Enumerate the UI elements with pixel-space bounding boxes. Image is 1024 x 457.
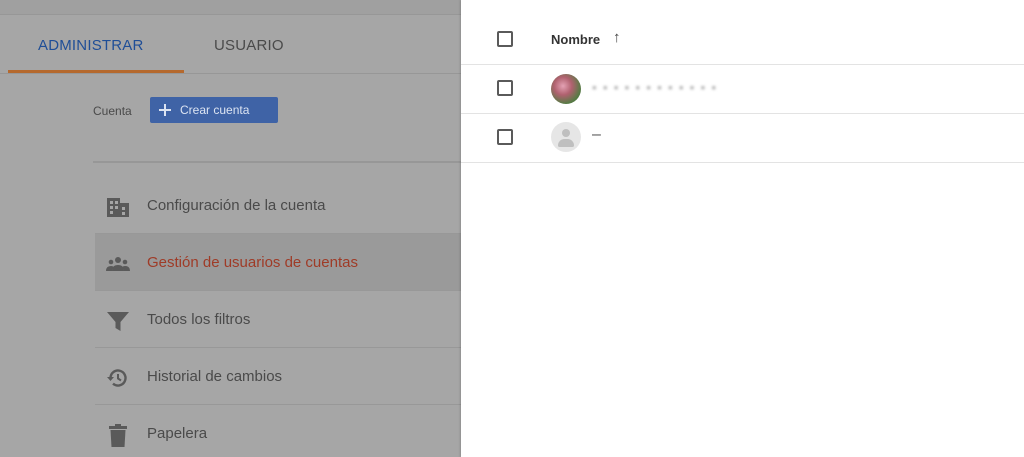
user-name: ▪ ▪ ▪ ▪ ▪ ▪ ▪ ▪ ▪ ▪ ▪ ▪ xyxy=(592,79,718,95)
account-menu: Configuración de la cuenta Gestión de us… xyxy=(95,177,461,457)
building-icon xyxy=(106,195,130,219)
sort-ascending-icon[interactable]: ↑ xyxy=(613,29,621,46)
user-name: – xyxy=(592,126,601,143)
history-icon xyxy=(106,366,130,390)
tabs-divider xyxy=(0,73,461,74)
account-row: Cuenta Crear cuenta xyxy=(93,97,393,123)
people-icon xyxy=(106,252,130,276)
filter-icon xyxy=(106,309,130,333)
menu-item-account-settings[interactable]: Configuración de la cuenta xyxy=(95,177,461,234)
avatar xyxy=(551,74,581,104)
menu-item-trash[interactable]: Papelera xyxy=(95,405,461,457)
tab-administrar[interactable]: ADMINISTRAR xyxy=(38,37,144,54)
section-divider xyxy=(93,161,461,163)
table-row[interactable]: ▪ ▪ ▪ ▪ ▪ ▪ ▪ ▪ ▪ ▪ ▪ ▪ xyxy=(461,65,1024,114)
default-avatar-icon xyxy=(551,122,581,152)
admin-tabs: ADMINISTRAR USUARIO xyxy=(0,15,461,73)
table-row[interactable]: – xyxy=(461,114,1024,163)
menu-label-user-management: Gestión de usuarios de cuentas xyxy=(147,254,358,271)
menu-item-user-management[interactable]: Gestión de usuarios de cuentas xyxy=(95,234,461,291)
menu-label-change-history: Historial de cambios xyxy=(147,368,283,385)
account-label: Cuenta xyxy=(93,104,132,118)
menu-label-trash: Papelera xyxy=(147,425,208,442)
users-table-header: Nombre ↑ xyxy=(461,15,1024,65)
row-checkbox[interactable] xyxy=(497,129,513,145)
menu-label-all-filters: Todos los filtros xyxy=(147,311,251,328)
menu-item-change-history[interactable]: Historial de cambios xyxy=(95,348,461,405)
create-account-label: Crear cuenta xyxy=(180,103,250,117)
create-account-button[interactable]: Crear cuenta xyxy=(150,97,278,123)
menu-label-account-settings: Configuración de la cuenta xyxy=(147,197,326,214)
plus-icon xyxy=(159,104,171,116)
tab-usuario[interactable]: USUARIO xyxy=(214,37,284,54)
trash-icon xyxy=(106,423,130,447)
menu-item-all-filters[interactable]: Todos los filtros xyxy=(95,291,461,348)
admin-panel: ADMINISTRAR USUARIO Cuenta Crear cuenta xyxy=(0,0,461,457)
users-drawer: Nombre ↑ ▪ ▪ ▪ ▪ ▪ ▪ ▪ ▪ ▪ ▪ ▪ ▪ – xyxy=(461,0,1024,457)
top-strip xyxy=(0,0,461,15)
row-checkbox[interactable] xyxy=(497,80,513,96)
column-header-name[interactable]: Nombre xyxy=(551,32,600,47)
select-all-checkbox[interactable] xyxy=(497,31,513,47)
